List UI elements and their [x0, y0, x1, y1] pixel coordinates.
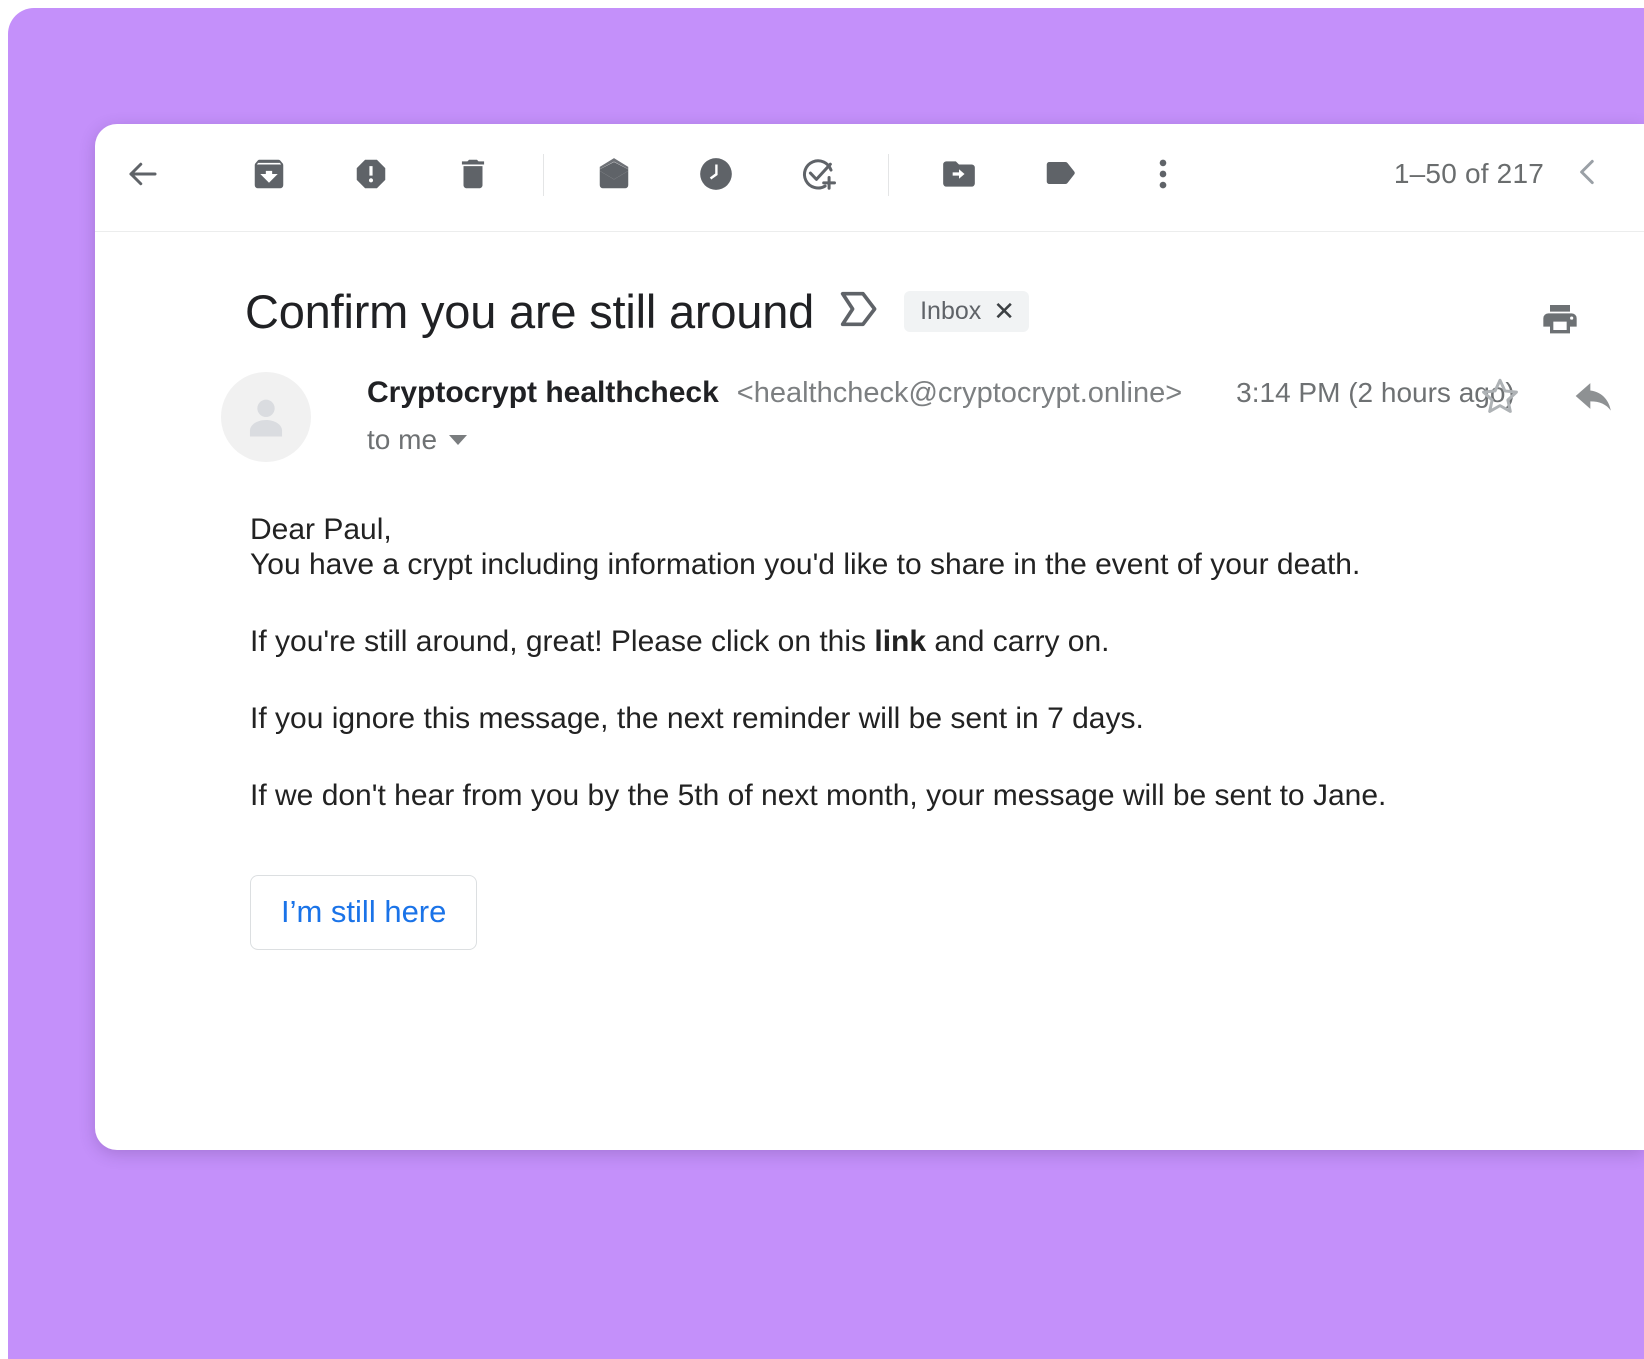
sender-row: Cryptocrypt healthcheck <healthcheck@cry…	[95, 360, 1644, 462]
labels-button[interactable]	[1029, 142, 1093, 206]
sender-name: Cryptocrypt healthcheck	[367, 376, 719, 409]
chevron-down-icon[interactable]	[449, 435, 468, 445]
trash-icon	[454, 155, 492, 193]
toolbar-divider-1	[543, 154, 544, 196]
newer-messages-button[interactable]	[1560, 146, 1616, 202]
label-chip-text: Inbox	[920, 296, 982, 325]
snooze-button[interactable]	[684, 142, 748, 206]
avatar	[221, 372, 311, 462]
message-actions	[1472, 370, 1622, 426]
more-vertical-icon	[1144, 155, 1182, 193]
link-paragraph: If you're still around, great! Please cl…	[250, 624, 1644, 659]
sender-email: <healthcheck@cryptocrypt.online>	[736, 377, 1183, 409]
subject-row: Confirm you are still around Inbox ✕	[95, 232, 1644, 360]
report-spam-button[interactable]	[339, 142, 403, 206]
im-still-here-button[interactable]: I’m still here	[250, 875, 478, 951]
print-button[interactable]	[1532, 294, 1588, 350]
star-button[interactable]	[1472, 370, 1528, 426]
printer-icon	[1540, 300, 1580, 345]
reply-button[interactable]	[1566, 370, 1622, 426]
archive-button[interactable]	[237, 142, 301, 206]
screenshot-stage: 1–50 of 217 Confirm you are still around	[0, 0, 1644, 1359]
label-chip-inbox[interactable]: Inbox ✕	[904, 291, 1030, 333]
label-tag-icon	[1042, 155, 1080, 193]
link-paragraph-pre: If you're still around, great! Please cl…	[250, 625, 875, 659]
clock-icon	[697, 155, 735, 193]
email-message-card: 1–50 of 217 Confirm you are still around	[95, 124, 1644, 1150]
recipient-row[interactable]: to me	[367, 424, 1515, 456]
greeting-line: Dear Paul,	[250, 513, 392, 546]
star-icon	[1479, 375, 1521, 422]
reply-arrow-icon	[1572, 374, 1616, 423]
move-to-folder-icon	[940, 155, 978, 193]
move-to-button[interactable]	[927, 142, 991, 206]
link-paragraph-post: and carry on.	[926, 625, 1110, 659]
cta-wrapper: I’m still here	[250, 875, 1644, 951]
page-title: Confirm you are still around	[245, 285, 815, 338]
mark-unread-button[interactable]	[582, 142, 646, 206]
message-count-label: 1–50 of 217	[1393, 158, 1544, 189]
message-body: Dear Paul, You have a crypt including in…	[95, 456, 1644, 951]
recipient-label: to me	[367, 424, 438, 455]
task-add-icon	[799, 155, 837, 193]
back-arrow-icon	[125, 156, 161, 192]
toolbar-divider-2	[888, 154, 889, 196]
add-to-tasks-button[interactable]	[786, 142, 850, 206]
report-spam-icon	[352, 155, 390, 193]
archive-icon	[250, 155, 288, 193]
chevron-left-icon	[1571, 155, 1605, 194]
reminder-paragraph: If you ignore this message, the next rem…	[250, 702, 1144, 736]
label-chip-remove-icon[interactable]: ✕	[993, 298, 1015, 324]
inline-link[interactable]: link	[874, 625, 926, 658]
back-button[interactable]	[111, 142, 175, 206]
deadline-paragraph: If we don't hear from you by the 5th of …	[250, 779, 1387, 813]
intro-line: You have a crypt including information y…	[250, 548, 1361, 582]
greeting-block: Dear Paul, You have a crypt including in…	[250, 512, 1644, 582]
more-options-button[interactable]	[1131, 142, 1195, 206]
delete-button[interactable]	[441, 142, 505, 206]
message-toolbar: 1–50 of 217	[95, 124, 1644, 232]
mark-unread-envelope-icon	[595, 155, 633, 193]
importance-marker-icon[interactable]	[836, 289, 882, 334]
